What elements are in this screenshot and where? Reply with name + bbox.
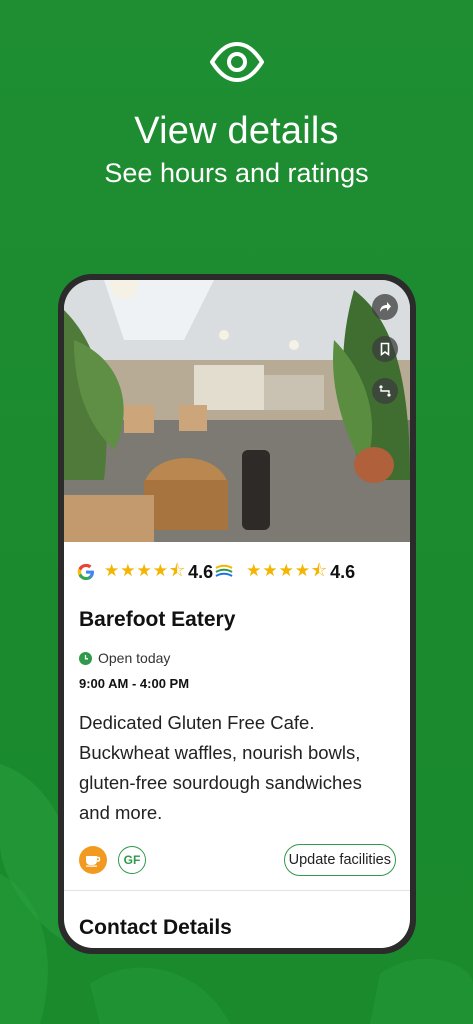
coffee-icon — [79, 846, 107, 874]
directions-button[interactable] — [372, 378, 398, 404]
ratings-row: ★★★★⯪ 4.6 ★★★★⯪ 4.6 — [76, 557, 400, 587]
contact-details-heading: Contact Details — [79, 916, 232, 939]
place-name: Barefoot Eatery — [79, 608, 236, 631]
place-description: Dedicated Gluten Free Cafe. Buckwheat wa… — [79, 712, 362, 823]
open-status: Open today — [79, 650, 170, 666]
place-detail-screen: ★★★★⯪ 4.6 ★★★★⯪ 4.6 Barefoot Eatery Open… — [64, 280, 410, 948]
google-stars: ★★★★⯪ — [104, 560, 187, 580]
bookmark-button[interactable] — [372, 336, 398, 362]
hero-title: View details — [134, 110, 339, 152]
section-divider — [64, 890, 410, 891]
google-rating-value: 4.6 — [188, 561, 214, 582]
update-facilities-button[interactable]: Update facilities — [283, 844, 396, 876]
directions-icon — [379, 385, 391, 397]
google-logo-icon — [77, 563, 94, 580]
share-button[interactable] — [372, 294, 398, 320]
clock-icon — [79, 651, 92, 665]
hero-subtitle: See hours and ratings — [104, 158, 369, 188]
share-icon — [380, 302, 391, 312]
app-logo-icon — [215, 564, 233, 577]
cafe-photo — [64, 280, 410, 542]
app-rating-value: 4.6 — [330, 561, 356, 582]
gluten-free-icon: GF — [118, 846, 146, 874]
open-status-text: Open today — [98, 650, 171, 666]
facilities-row: GF Update facilities — [79, 842, 396, 876]
app-stars: ★★★★⯪ — [246, 560, 329, 580]
eye-icon — [210, 42, 264, 82]
phone-frame: ★★★★⯪ 4.6 ★★★★⯪ 4.6 Barefoot Eatery Open… — [58, 274, 416, 954]
bookmark-icon — [380, 342, 390, 356]
opening-hours: 9:00 AM - 4:00 PM — [79, 676, 190, 691]
